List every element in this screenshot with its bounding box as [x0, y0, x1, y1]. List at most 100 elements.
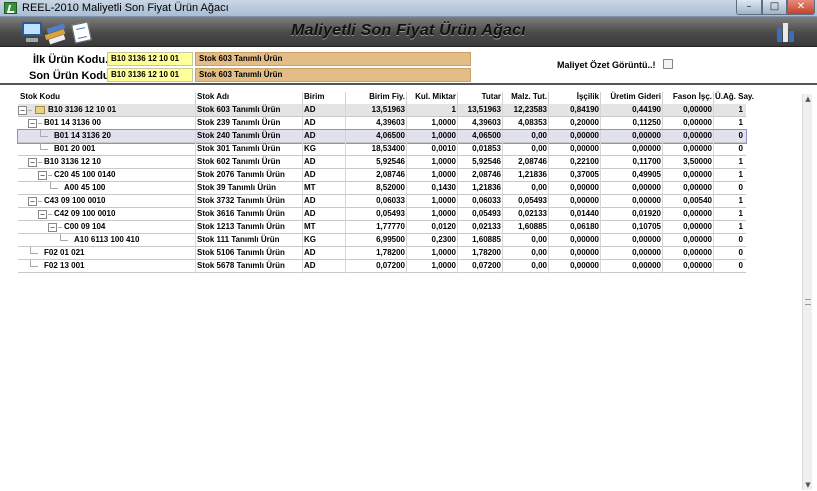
column-line: [600, 156, 601, 169]
column-header-kul-miktar[interactable]: Kul. Miktar: [408, 92, 456, 101]
column-line: [302, 260, 303, 273]
collapse-toggle-icon[interactable]: −: [48, 223, 57, 232]
column-line: [406, 195, 407, 208]
maximize-button[interactable]: □: [762, 0, 787, 15]
column-header-ua-say[interactable]: Ü.Ağ. Say.: [715, 92, 754, 101]
cell-birim-fiy: 0,07200: [376, 261, 405, 270]
collapse-toggle-icon[interactable]: −: [28, 158, 37, 167]
cell-ua-say: 1: [738, 157, 743, 166]
cell-stok-kodu: C43 09 100 0010: [44, 196, 106, 205]
column-line: [302, 182, 303, 195]
column-line: [502, 182, 503, 195]
column-line: [457, 130, 458, 143]
cell-malz-tut: 0,05493: [518, 196, 547, 205]
collapse-toggle-icon[interactable]: −: [38, 210, 47, 219]
column-line: [662, 221, 663, 234]
column-line: [662, 247, 663, 260]
column-line: [713, 208, 714, 221]
window-title: REEL-2010 Maliyetli Son Fiyat Ürün Ağacı: [22, 2, 229, 14]
table-row[interactable]: − C20 45 100 0140 Stok 2076 Tanımlı Ürün AD…: [18, 169, 746, 182]
column-header-iscilik[interactable]: İşçilik: [550, 92, 599, 101]
column-line: [662, 182, 663, 195]
column-header-fason-isc[interactable]: Fason İşç.: [664, 92, 712, 101]
table-row[interactable]: − C42 09 100 0010 Stok 3616 Tanımlı Ürün AD…: [18, 208, 746, 221]
cell-birim: AD: [304, 157, 316, 166]
first-product-code-field[interactable]: B10 3136 12 10 01: [107, 52, 193, 66]
first-product-name-field: Stok 603 Tanımlı Ürün: [195, 52, 471, 66]
table-row[interactable]: A10 6113 100 410 Stok 111 Tanımlı Ürün KG 6…: [18, 234, 746, 247]
table-row[interactable]: B01 20 001 Stok 301 Tanımlı Ürün KG 18,5340…: [18, 143, 746, 156]
column-line: [662, 169, 663, 182]
chart-icon[interactable]: [775, 20, 799, 44]
column-line: [548, 104, 549, 117]
cell-iscilik: 0,00000: [570, 183, 599, 192]
table-row[interactable]: − B10 3136 12 10 Stok 602 Tanımlı Ürün AD 5,…: [18, 156, 746, 169]
cell-stok-kodu: C00 09 104: [64, 222, 106, 231]
last-product-code-field[interactable]: B10 3136 12 10 01: [107, 68, 193, 82]
minimize-button[interactable]: –: [736, 0, 762, 15]
column-header-birim[interactable]: Birim: [304, 92, 324, 101]
cell-kul-miktar: 0,0010: [431, 144, 456, 153]
column-line: [713, 130, 714, 143]
cell-uretim-gideri: 0,01920: [632, 209, 661, 218]
cell-stok-adi: Stok 240 Tanımlı Ürün: [197, 131, 281, 140]
cell-kul-miktar: 1,0000: [431, 209, 456, 218]
table-row[interactable]: F02 01 021 Stok 5106 Tanımlı Ürün AD 1,7820…: [18, 247, 746, 260]
table-row[interactable]: − C43 09 100 0010 Stok 3732 Tanımlı Ürün AD…: [18, 195, 746, 208]
column-header-stok-adi[interactable]: Stok Adı: [197, 92, 229, 101]
collapse-toggle-icon[interactable]: −: [38, 171, 47, 180]
cell-fason-isc: 3,50000: [683, 157, 712, 166]
column-line: [457, 143, 458, 156]
tree-connector: [38, 162, 42, 163]
scroll-thumb-grip[interactable]: [805, 299, 811, 305]
vertical-scrollbar[interactable]: ▲ ▼: [802, 94, 812, 490]
cell-stok-kodu: F02 13 001: [44, 261, 85, 270]
column-header-stok-kodu[interactable]: Stok Kodu: [20, 92, 60, 101]
column-line: [502, 208, 503, 221]
cell-fason-isc: 0,00000: [683, 170, 712, 179]
cell-tutar: 13,51963: [467, 105, 501, 114]
collapse-toggle-icon[interactable]: −: [28, 197, 37, 206]
cell-kul-miktar: 1,0000: [431, 261, 456, 270]
cell-fason-isc: 0,00000: [683, 261, 712, 270]
column-line: [600, 169, 601, 182]
cell-fason-isc: 0,00000: [683, 131, 712, 140]
column-line: [406, 234, 407, 247]
tree-connector: [38, 123, 42, 124]
column-line: [195, 247, 196, 260]
table-row[interactable]: F02 13 001 Stok 5678 Tanımlı Ürün AD 0,0720…: [18, 260, 746, 273]
table-row[interactable]: − C00 09 104 Stok 1213 Tanımlı Ürün MT 1,777…: [18, 221, 746, 234]
cell-stok-kodu: B01 14 3136 20: [54, 131, 111, 140]
column-line: [345, 143, 346, 156]
column-header-uretim-gideri[interactable]: Üretim Gideri: [602, 92, 661, 101]
cell-fason-isc: 0,00000: [683, 105, 712, 114]
cell-ua-say: 1: [738, 222, 743, 231]
column-line: [302, 234, 303, 247]
collapse-toggle-icon[interactable]: −: [28, 119, 37, 128]
cost-summary-checkbox[interactable]: [663, 59, 673, 69]
column-header-malz-tut[interactable]: Malz. Tut.: [504, 92, 547, 101]
cell-birim: KG: [304, 144, 316, 153]
cell-malz-tut: 0,00: [531, 144, 547, 153]
cell-birim: AD: [304, 105, 316, 114]
table-row[interactable]: − B10 3136 12 10 01 Stok 603 Tanımlı Ürün A…: [18, 104, 746, 117]
column-line: [406, 208, 407, 221]
column-line: [548, 156, 549, 169]
cell-stok-adi: Stok 603 Tanımlı Ürün: [197, 105, 281, 114]
column-line: [548, 208, 549, 221]
column-line: [548, 260, 549, 273]
collapse-toggle-icon[interactable]: −: [18, 106, 27, 115]
column-line: [600, 143, 601, 156]
cell-iscilik: 0,37005: [570, 170, 599, 179]
cell-uretim-gideri: 0,00000: [632, 196, 661, 205]
cell-iscilik: 0,00000: [570, 131, 599, 140]
scroll-down-icon[interactable]: ▼: [803, 480, 813, 490]
table-row[interactable]: A00 45 100 Stok 39 Tanımlı Ürün MT 8,52000 0…: [18, 182, 746, 195]
scroll-up-icon[interactable]: ▲: [803, 94, 813, 104]
column-header-tutar[interactable]: Tutar: [459, 92, 501, 101]
cell-tutar: 1,78200: [472, 248, 501, 257]
table-row[interactable]: B01 14 3136 20 Stok 240 Tanımlı Ürün AD 4,0…: [17, 129, 747, 144]
table-row[interactable]: − B01 14 3136 00 Stok 239 Tanımlı Ürün AD 4,…: [18, 117, 746, 130]
column-header-birim-fiy[interactable]: Birim Fiy.: [347, 92, 405, 101]
close-button[interactable]: ✕: [787, 0, 815, 15]
